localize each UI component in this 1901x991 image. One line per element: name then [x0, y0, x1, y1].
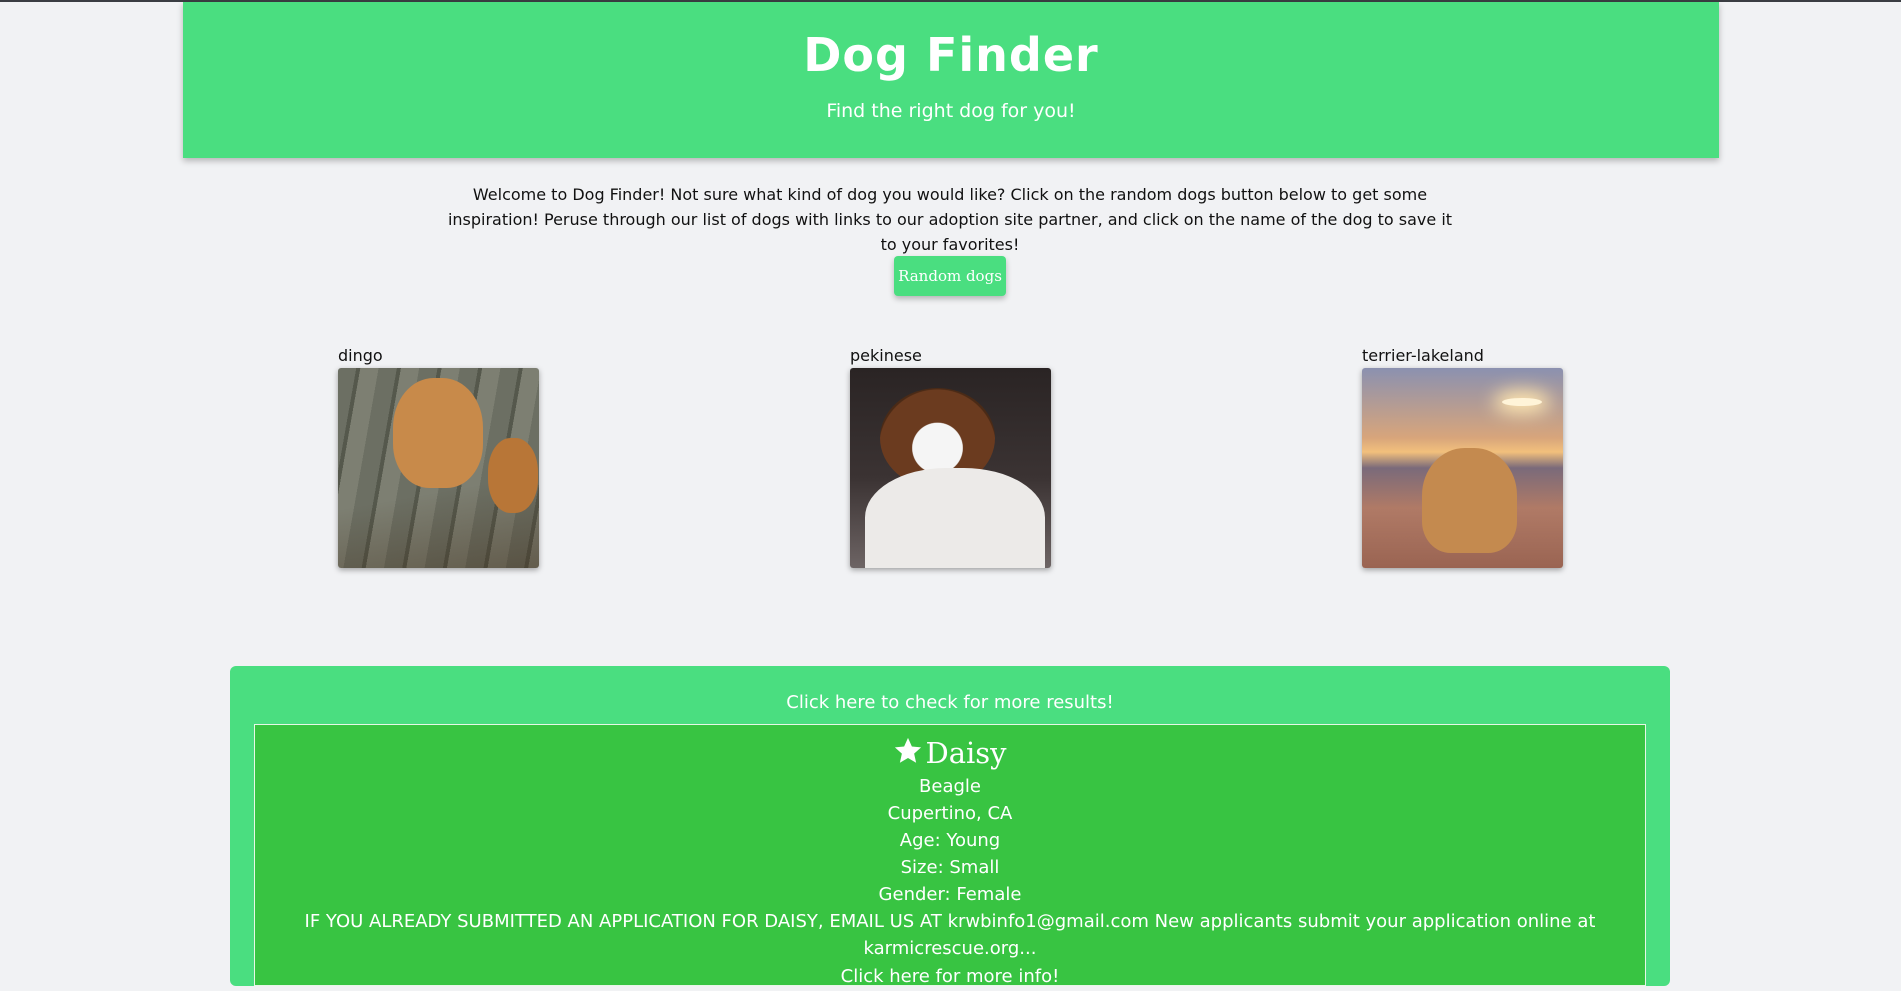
pet-breed: Beagle	[919, 776, 981, 797]
dog-photo[interactable]	[338, 368, 539, 568]
pet-name-favorite-toggle[interactable]: Daisy	[255, 733, 1645, 773]
page-title: Dog Finder	[803, 28, 1099, 82]
random-dog-card[interactable]: pekinese	[850, 344, 1070, 568]
results-panel: Click here to check for more results! Da…	[230, 666, 1670, 987]
dog-breed-label: pekinese	[850, 346, 922, 365]
intro-text: Welcome to Dog Finder! Not sure what kin…	[447, 185, 1453, 254]
pet-name[interactable]: Daisy	[925, 736, 1006, 770]
pet-gender: Gender: Female	[878, 884, 1022, 905]
page-subtitle: Find the right dog for you!	[826, 100, 1076, 122]
pet-description: IF YOU ALREADY SUBMITTED AN APPLICATION …	[304, 911, 1596, 959]
dog-photo[interactable]	[1362, 368, 1563, 568]
random-dog-card[interactable]: terrier-lakeland	[1362, 344, 1582, 568]
pet-location: Cupertino, CA	[887, 803, 1013, 824]
more-results-link[interactable]: Click here to check for more results!	[230, 692, 1670, 713]
dog-breed-label: terrier-lakeland	[1362, 346, 1484, 365]
header-banner: Dog Finder Find the right dog for you!	[183, 2, 1719, 158]
pet-size: Size: Small	[900, 857, 1000, 878]
random-dog-card[interactable]: dingo	[338, 344, 558, 568]
pet-card: Daisy Beagle Cupertino, CA Age: Young Si…	[254, 724, 1646, 987]
random-dogs-button[interactable]: Random dogs	[894, 256, 1006, 296]
star-icon[interactable]	[893, 736, 923, 766]
dog-photo[interactable]	[850, 368, 1051, 568]
more-info-link[interactable]: Click here for more info!	[255, 962, 1645, 991]
pet-age: Age: Young	[899, 830, 1001, 851]
dog-breed-label: dingo	[338, 346, 383, 365]
